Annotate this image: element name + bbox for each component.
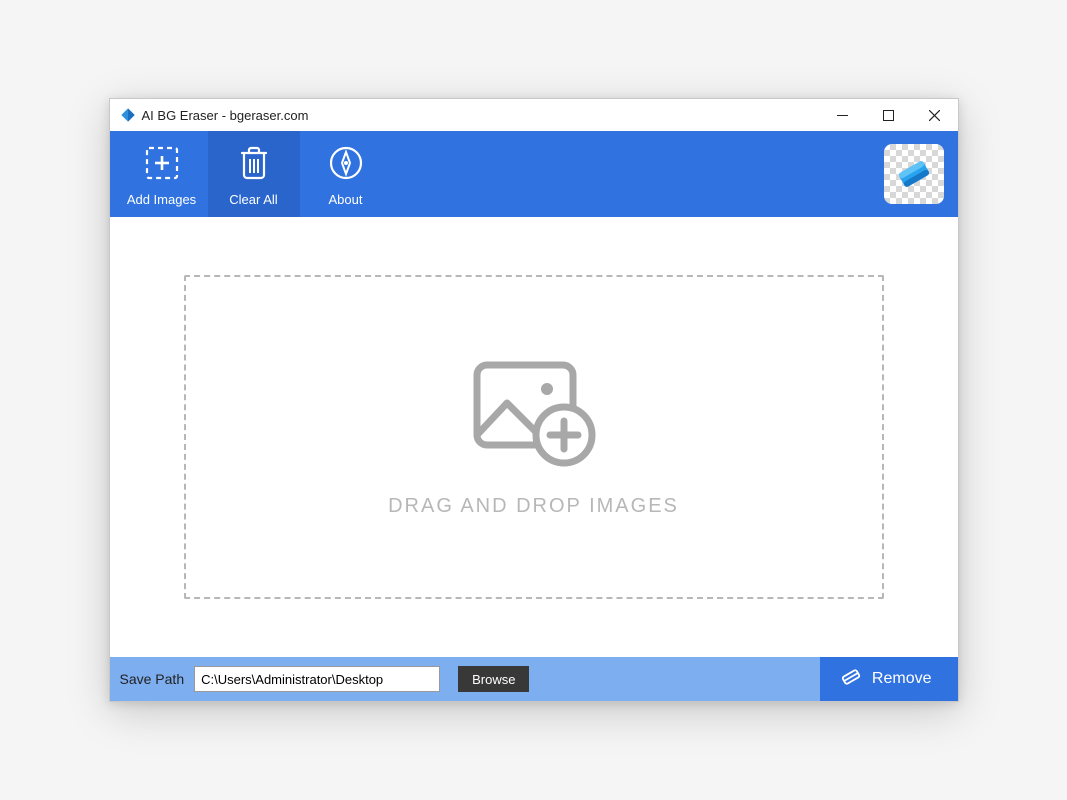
dropzone-text: DRAG AND DROP IMAGES bbox=[388, 495, 679, 518]
main-area: DRAG AND DROP IMAGES bbox=[110, 217, 958, 657]
dropzone[interactable]: DRAG AND DROP IMAGES bbox=[184, 275, 884, 599]
maximize-button[interactable] bbox=[866, 99, 912, 131]
browse-button-label: Browse bbox=[472, 672, 515, 687]
toolbar: Add Images Clear All bbox=[110, 131, 958, 217]
footer: Save Path Browse Remove bbox=[110, 657, 958, 701]
add-images-icon bbox=[141, 142, 183, 184]
add-images-button[interactable]: Add Images bbox=[116, 131, 208, 217]
clear-all-button[interactable]: Clear All bbox=[208, 131, 300, 217]
save-path-label: Save Path bbox=[120, 671, 185, 687]
save-path-input[interactable] bbox=[194, 666, 440, 692]
remove-button[interactable]: Remove bbox=[820, 657, 958, 701]
tool-label: Clear All bbox=[229, 192, 277, 207]
eraser-logo-icon bbox=[892, 152, 936, 196]
add-image-icon bbox=[469, 357, 599, 467]
browse-button[interactable]: Browse bbox=[458, 666, 529, 692]
close-button[interactable] bbox=[912, 99, 958, 131]
about-button[interactable]: About bbox=[300, 131, 392, 217]
app-window: AI BG Eraser - bgeraser.com Add Images bbox=[109, 98, 959, 702]
app-logo bbox=[884, 144, 944, 204]
tool-label: Add Images bbox=[127, 192, 196, 207]
app-icon bbox=[120, 107, 136, 123]
window-title: AI BG Eraser - bgeraser.com bbox=[142, 108, 309, 123]
trash-icon bbox=[233, 142, 275, 184]
titlebar: AI BG Eraser - bgeraser.com bbox=[110, 99, 958, 131]
remove-button-label: Remove bbox=[872, 670, 932, 688]
eraser-icon bbox=[840, 666, 862, 693]
tool-label: About bbox=[329, 192, 363, 207]
minimize-button[interactable] bbox=[820, 99, 866, 131]
compass-icon bbox=[325, 142, 367, 184]
